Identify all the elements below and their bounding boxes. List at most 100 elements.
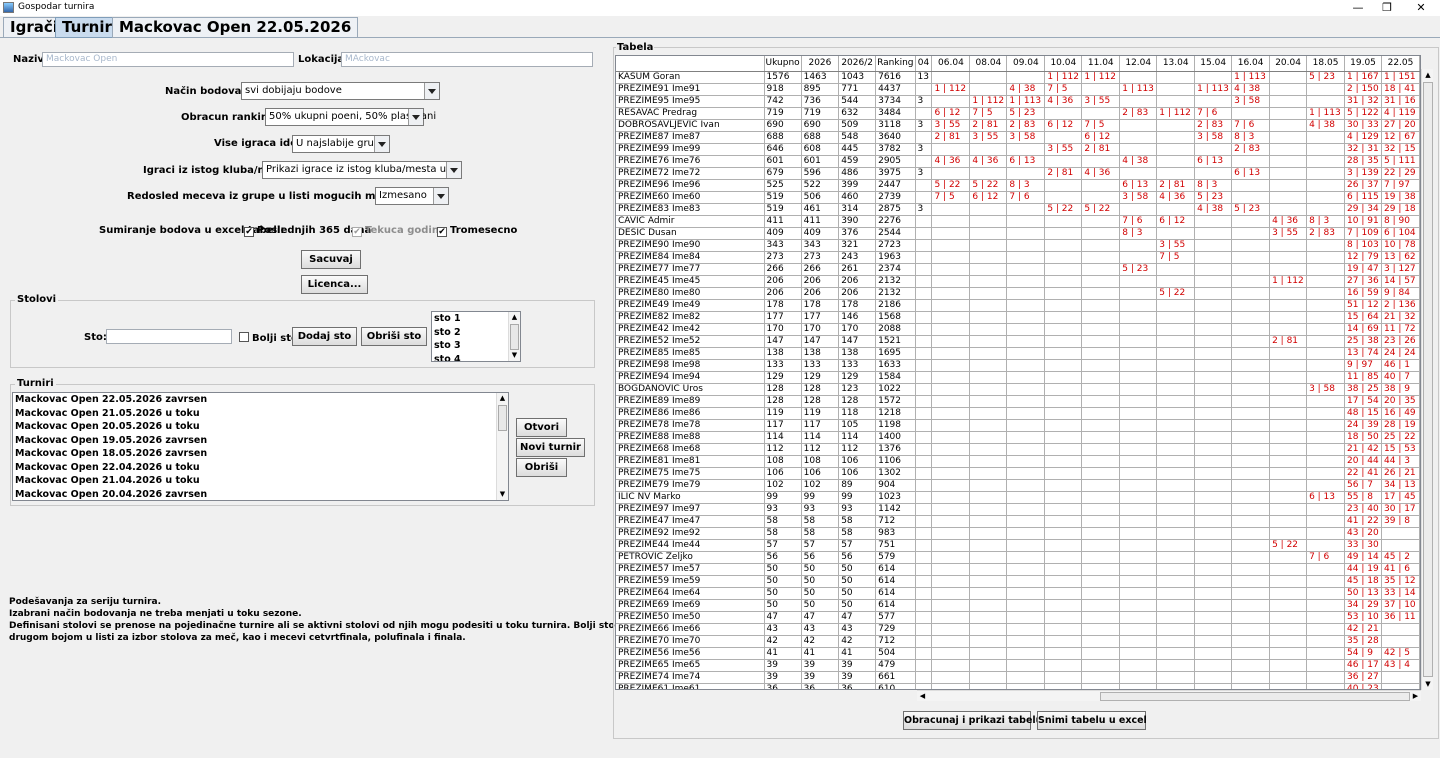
list-item[interactable]: Mackovac Open 19.05.2026 zavrsen: [13, 434, 508, 448]
list-item[interactable]: sto 4: [432, 353, 520, 362]
column-header[interactable]: 22.05: [1381, 56, 1420, 72]
column-header[interactable]: 16.04: [1231, 56, 1271, 72]
table-row[interactable]: PREZIME47 Ime47 58 58 58 712 41 | 22 39 | 8: [616, 515, 1420, 528]
scroll-down-icon[interactable]: ▼: [497, 489, 508, 500]
table-row[interactable]: PREZIME66 Ime66 43 43 43 729 42 | 21: [616, 623, 1420, 636]
dodaj-sto-button[interactable]: Dodaj sto: [292, 327, 357, 346]
table-row[interactable]: PREZIME57 Ime57 50 50 50 614 44 | 19 41 | 6: [616, 563, 1420, 576]
column-header[interactable]: 12.04: [1119, 56, 1158, 72]
table-row[interactable]: PREZIME83 Ime83 519 461 314 2875 3 5 | 22 5 | 2…: [616, 203, 1420, 216]
otvori-button[interactable]: Otvori: [516, 418, 567, 437]
table-row[interactable]: PREZIME49 Ime49 178 178 178 2186 51 | 12 2 | 1…: [616, 299, 1420, 312]
obrisi-turnir-button[interactable]: Obriši: [516, 458, 567, 477]
table-hscrollbar[interactable]: ◀ ▶: [917, 690, 1421, 701]
scroll-thumb[interactable]: [1100, 692, 1410, 701]
column-header[interactable]: 13.04: [1156, 56, 1196, 72]
column-header[interactable]: 19.05: [1344, 56, 1382, 72]
table-row[interactable]: PREZIME68 Ime68 112 112 112 1376 21 | 42 15 | …: [616, 443, 1420, 456]
scroll-up-icon[interactable]: ▲: [497, 393, 508, 404]
scroll-thumb[interactable]: [510, 324, 519, 350]
table-row[interactable]: PREZIME85 Ime85 138 138 138 1695 13 | 74 24 | …: [616, 347, 1420, 360]
scroll-down-icon[interactable]: ▼: [1422, 678, 1434, 690]
chk-tromesecno[interactable]: ✔ Tromesecno: [437, 225, 517, 237]
scroll-thumb[interactable]: [1423, 82, 1433, 677]
table-row[interactable]: PREZIME50 Ime50 47 47 47 577 53 | 10 36 | 11: [616, 611, 1420, 624]
column-header[interactable]: Ukupno: [764, 56, 802, 72]
table-row[interactable]: PREZIME44 Ime44 57 57 57 751 5 | 22 33 | 30: [616, 539, 1420, 552]
column-header[interactable]: 20.04: [1269, 56, 1308, 72]
column-header[interactable]: 11.04: [1081, 56, 1121, 72]
table-row[interactable]: PREZIME70 Ime70 42 42 42 712 35 | 28: [616, 635, 1420, 648]
obracunaj-button[interactable]: Obracunaj i prikazi tabelu: [903, 711, 1042, 730]
table-row[interactable]: DESIC Dusan 409 409 376 2544 8 | 33 | 55 2 | 8…: [616, 227, 1420, 240]
table-row[interactable]: PREZIME96 Ime96 525 522 399 2447 5 | 22 5 | 22…: [616, 179, 1420, 192]
table-row[interactable]: PREZIME65 Ime65 39 39 39 479 46 | 17 43 | 4: [616, 659, 1420, 672]
table-row[interactable]: CAVIC Admir 411 411 390 2276 7 | 66 | 12 4 | 3…: [616, 215, 1420, 228]
table-row[interactable]: PREZIME79 Ime79 102 102 89 904 56 | 7 34 | 13: [616, 479, 1420, 492]
nacin-combo[interactable]: svi dobijaju bodove: [241, 82, 440, 100]
column-header[interactable]: 18.05: [1306, 56, 1346, 72]
table-row[interactable]: PREZIME75 Ime75 106 106 106 1302 22 | 41 26 | …: [616, 467, 1420, 480]
redosled-combo[interactable]: Izmesano: [375, 187, 449, 205]
table-row[interactable]: PREZIME94 Ime94 129 129 129 1584 11 | 85 40 | …: [616, 371, 1420, 384]
table-row[interactable]: PREZIME45 Ime45 206 206 206 2132 1 | 112 27 | …: [616, 275, 1420, 288]
scroll-down-icon[interactable]: ▼: [509, 350, 520, 361]
column-header[interactable]: 10.04: [1044, 56, 1083, 72]
stolovi-scrollbar[interactable]: ▲ ▼: [508, 312, 520, 361]
table-row[interactable]: PREZIME72 Ime72 679 596 486 3975 3 2 | 81 4 | 3…: [616, 167, 1420, 180]
column-header[interactable]: 15.04: [1194, 56, 1233, 72]
table-row[interactable]: PREZIME69 Ime69 50 50 50 614 34 | 29 37 | 10: [616, 599, 1420, 612]
column-header[interactable]: Ranking: [875, 56, 916, 72]
list-item[interactable]: Mackovac Open 22.04.2026 u toku: [13, 461, 508, 475]
table-row[interactable]: PREZIME99 Ime99 646 608 445 3782 3 3 | 55 2 | 8…: [616, 143, 1420, 156]
table-row[interactable]: ILIC NV Marko 99 99 99 1023 6 | 13 55 | 8 17 | …: [616, 491, 1420, 504]
list-item[interactable]: sto 1: [432, 312, 520, 326]
column-header[interactable]: 04: [915, 56, 933, 72]
table-row[interactable]: PREZIME77 Ime77 266 266 261 2374 5 | 23 19 | 4…: [616, 263, 1420, 276]
table-row[interactable]: PREZIME74 Ime74 39 39 39 661 36 | 27: [616, 671, 1420, 684]
column-header[interactable]: 08.04: [969, 56, 1008, 72]
tab-tournament[interactable]: Mackovac Open 22.05.2026: [112, 17, 359, 38]
table-row[interactable]: PREZIME88 Ime88 114 114 114 1400 18 | 50 25 | …: [616, 431, 1420, 444]
table-row[interactable]: PREZIME89 Ime89 128 128 128 1572 17 | 54 20 | …: [616, 395, 1420, 408]
scroll-left-icon[interactable]: ◀: [917, 691, 928, 702]
ranking-table[interactable]: Ukupno 2026 2026/2 Ranking 04 06.04 08.04 09.04…: [615, 55, 1421, 690]
table-row[interactable]: PREZIME98 Ime98 133 133 133 1633 9 | 97 46 | 1: [616, 359, 1420, 372]
turniri-list[interactable]: Mackovac Open 22.05.2026 zavrsen Mackova…: [12, 392, 509, 501]
table-row[interactable]: PREZIME52 Ime52 147 147 147 1521 2 | 81 25 | 3…: [616, 335, 1420, 348]
list-item[interactable]: Mackovac Open 20.05.2026 u toku: [13, 420, 508, 434]
table-row[interactable]: RESAVAC Predrag 719 719 632 3484 6 | 12 7 | 55…: [616, 107, 1420, 120]
table-row[interactable]: PREZIME92 Ime92 58 58 58 983 43 | 20: [616, 527, 1420, 540]
table-row[interactable]: PREZIME90 Ime90 343 343 321 2723 3 | 55 8 | 10…: [616, 239, 1420, 252]
table-row[interactable]: PREZIME82 Ime82 177 177 146 1568 15 | 64 21 | …: [616, 311, 1420, 324]
vise-combo[interactable]: U najslabije grupe: [292, 135, 390, 153]
scroll-up-icon[interactable]: ▲: [509, 312, 520, 323]
list-item[interactable]: Mackovac Open 22.05.2026 zavrsen: [13, 393, 508, 407]
column-header[interactable]: [616, 56, 765, 72]
scroll-thumb[interactable]: [498, 405, 507, 431]
table-row[interactable]: PREZIME84 Ime84 273 273 243 1963 7 | 5 12 | 79…: [616, 251, 1420, 264]
close-icon[interactable]: ✕: [1409, 0, 1433, 16]
table-row[interactable]: PREZIME64 Ime64 50 50 50 614 50 | 13 33 | 14: [616, 587, 1420, 600]
snimi-excel-button[interactable]: Snimi tabelu u excel: [1037, 711, 1147, 730]
table-row[interactable]: PREZIME87 Ime87 688 688 548 3640 2 | 81 3 | 55…: [616, 131, 1420, 144]
table-row[interactable]: PREZIME56 Ime56 41 41 41 504 54 | 9 42 | 5: [616, 647, 1420, 660]
table-row[interactable]: PREZIME97 Ime97 93 93 93 1142 23 | 40 30 | 17: [616, 503, 1420, 516]
table-row[interactable]: PETROVIC Zeljko 56 56 56 579 7 | 6 49 | 14 45 |…: [616, 551, 1420, 564]
list-item[interactable]: sto 2: [432, 326, 520, 340]
minimize-icon[interactable]: —: [1346, 0, 1370, 16]
stolovi-list[interactable]: sto 1 sto 2 sto 3 sto 4 ▲ ▼: [431, 311, 521, 362]
obrisi-sto-button[interactable]: Obriši sto: [361, 327, 427, 346]
table-row[interactable]: PREZIME61 Ime61 36 36 36 610 40 | 23: [616, 683, 1420, 689]
scroll-up-icon[interactable]: ▲: [1422, 69, 1434, 81]
bolji-sto-checkbox[interactable]: Bolji sto: [239, 332, 298, 344]
table-row[interactable]: PREZIME76 Ime76 601 601 459 2905 4 | 36 4 | 36…: [616, 155, 1420, 168]
table-row[interactable]: PREZIME86 Ime86 119 119 118 1218 48 | 15 16 | …: [616, 407, 1420, 420]
list-item[interactable]: Mackovac Open 21.05.2026 u toku: [13, 407, 508, 421]
table-row[interactable]: PREZIME78 Ime78 117 117 105 1198 24 | 39 28 | …: [616, 419, 1420, 432]
lokacija-field[interactable]: MAckovac: [341, 52, 593, 67]
novi-turnir-button[interactable]: Novi turnir: [516, 438, 585, 457]
table-vscrollbar[interactable]: ▲ ▼: [1421, 69, 1433, 690]
list-item[interactable]: sto 3: [432, 339, 520, 353]
obracun-combo[interactable]: 50% ukupni poeni, 50% plasmani: [265, 108, 436, 126]
